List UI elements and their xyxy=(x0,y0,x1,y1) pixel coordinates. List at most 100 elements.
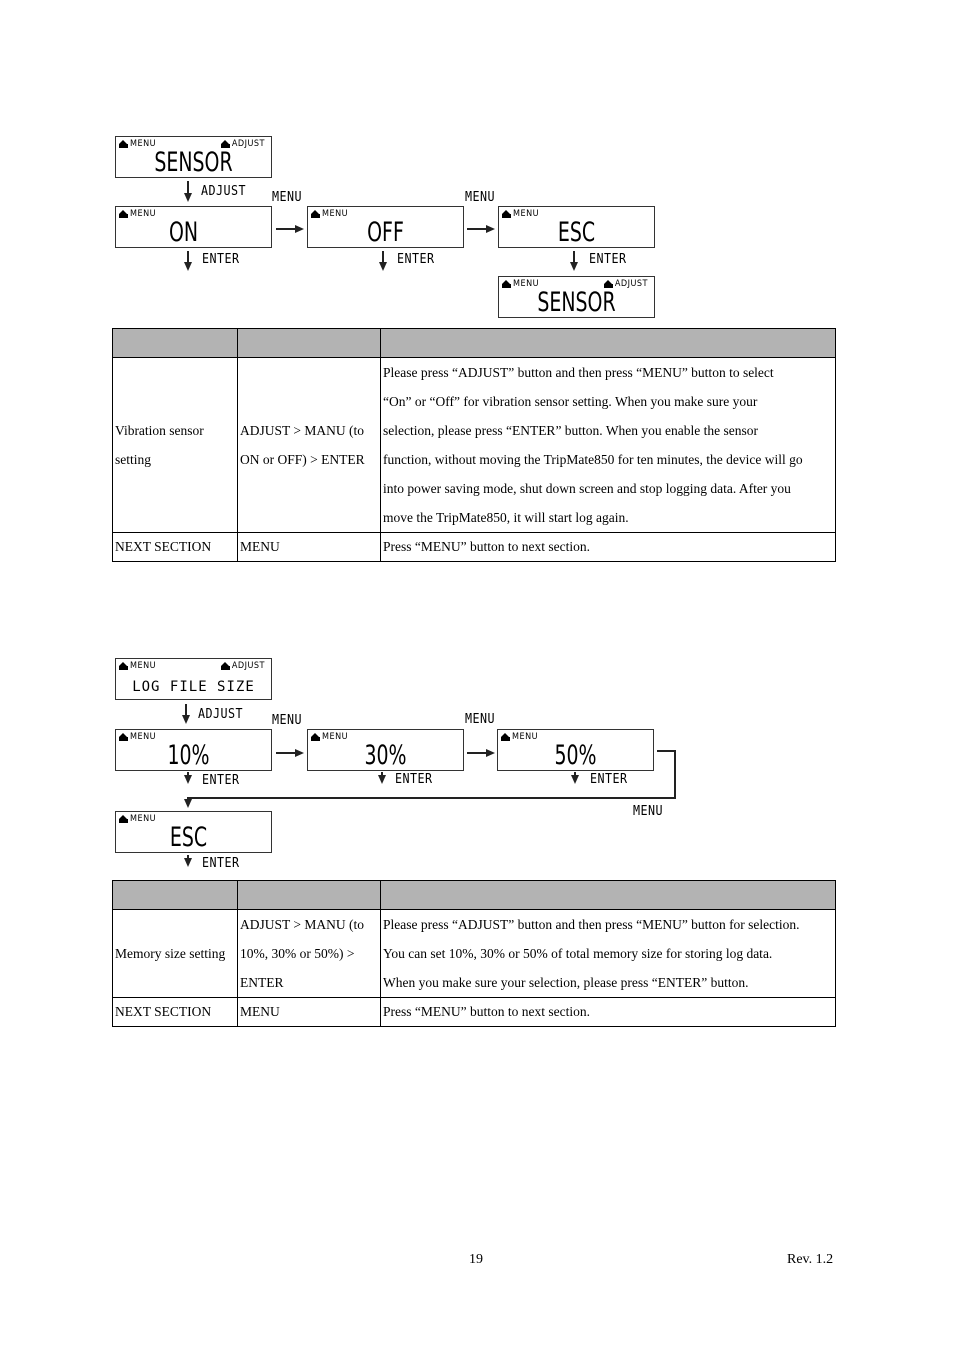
house-icon xyxy=(119,815,128,823)
table-row: NEXT SECTION MENU Press “MENU” button to… xyxy=(112,532,836,562)
lcd-screen-sensor-end: MENU ADJUST SENSOR xyxy=(498,276,655,318)
arrow-down-icon xyxy=(184,193,192,202)
lcd-screen-off: MENU OFF xyxy=(307,206,464,248)
lcd-main-text: 10% xyxy=(167,740,210,771)
adjust-label: ADJUST xyxy=(198,707,243,722)
arrow-down-icon xyxy=(182,715,190,724)
vibration-sensor-table: Vibration sensor setting ADJUST > MANU (t… xyxy=(112,328,836,562)
description-cell: Press “MENU” button to next section. xyxy=(380,532,836,562)
house-icon xyxy=(502,280,511,288)
operation-cell: MENU xyxy=(237,997,381,1027)
loop-line xyxy=(657,750,675,752)
page-number: 19 xyxy=(469,1252,483,1267)
table-header-row xyxy=(112,880,836,910)
lcd-main-text: 30% xyxy=(364,740,407,771)
menu-indicator: MENU xyxy=(311,732,348,742)
enter-label: ENTER xyxy=(395,772,433,787)
arrow-right-line xyxy=(276,228,296,230)
arrow-down-icon xyxy=(184,262,192,271)
menu-indicator: MENU xyxy=(119,139,156,149)
description-cell: Press “MENU” button to next section. xyxy=(380,997,836,1027)
menu-indicator: MENU xyxy=(119,209,156,219)
lcd-screen-30-percent: MENU 30% xyxy=(307,729,464,771)
arrow-right-icon xyxy=(486,225,495,233)
enter-label: ENTER xyxy=(590,772,628,787)
arrow-down-line xyxy=(381,772,383,777)
house-icon xyxy=(119,662,128,670)
table-row: Memory size setting ADJUST > MANU (to 10… xyxy=(112,909,836,998)
menu-label: MENU xyxy=(272,190,302,205)
operation-cell: ADJUST > MANU (to ON or OFF) > ENTER xyxy=(237,357,381,533)
arrow-down-icon xyxy=(184,858,192,867)
house-icon xyxy=(311,210,320,218)
menu-label: MENU xyxy=(465,712,495,727)
table-header-row xyxy=(112,328,836,358)
header-cell xyxy=(112,880,238,910)
arrow-down-icon xyxy=(184,799,192,808)
function-cell: Vibration sensor setting xyxy=(112,357,238,533)
lcd-screen-esc: MENU ESC xyxy=(498,206,655,248)
house-icon xyxy=(501,733,510,741)
menu-indicator: MENU xyxy=(502,209,539,219)
arrow-down-line xyxy=(187,772,189,777)
arrow-right-line xyxy=(467,752,487,754)
menu-indicator: MENU xyxy=(119,814,156,824)
lcd-main-text: SENSOR xyxy=(537,287,616,318)
enter-label: ENTER xyxy=(589,252,627,267)
house-icon xyxy=(119,733,128,741)
arrow-right-line xyxy=(276,752,296,754)
lcd-main-text: OFF xyxy=(367,217,404,248)
menu-indicator: MENU xyxy=(501,732,538,742)
header-cell xyxy=(237,880,381,910)
house-icon xyxy=(502,210,511,218)
menu-label: MENU xyxy=(465,190,495,205)
table-row: Vibration sensor setting ADJUST > MANU (t… xyxy=(112,357,836,533)
adjust-indicator: ADJUST xyxy=(220,661,265,671)
lcd-main-text: LOG FILE SIZE xyxy=(132,679,255,695)
house-icon xyxy=(119,210,128,218)
enter-label: ENTER xyxy=(202,252,240,267)
arrow-right-line xyxy=(467,228,487,230)
menu-indicator: MENU xyxy=(119,732,156,742)
lcd-main-text: ESC xyxy=(557,217,596,248)
table-row: NEXT SECTION MENU Press “MENU” button to… xyxy=(112,997,836,1027)
function-cell: NEXT SECTION xyxy=(112,997,238,1027)
arrow-down-icon xyxy=(379,262,387,271)
arrow-right-icon xyxy=(295,749,304,757)
function-cell: Memory size setting xyxy=(112,909,238,998)
arrow-right-icon xyxy=(295,225,304,233)
lcd-main-text: ON xyxy=(168,217,199,248)
house-icon xyxy=(220,662,230,670)
operation-cell: ADJUST > MANU (to 10%, 30% or 50%) > ENT… xyxy=(237,909,381,998)
lcd-main-text: 50% xyxy=(554,740,597,771)
enter-label: ENTER xyxy=(397,252,435,267)
lcd-screen-sensor-start: MENU ADJUST SENSOR xyxy=(115,136,272,178)
function-cell: NEXT SECTION xyxy=(112,532,238,562)
arrow-down-line xyxy=(574,772,576,777)
header-cell xyxy=(380,328,836,358)
header-cell xyxy=(380,880,836,910)
revision-label: Rev. 1.2 xyxy=(787,1252,834,1267)
header-cell xyxy=(237,328,381,358)
enter-label: ENTER xyxy=(202,856,240,871)
menu-indicator: MENU xyxy=(311,209,348,219)
lcd-screen-on: MENU ON xyxy=(115,206,272,248)
lcd-screen-10-percent: MENU 10% xyxy=(115,729,272,771)
menu-indicator: MENU xyxy=(502,279,539,289)
loop-line xyxy=(187,797,676,799)
menu-label: MENU xyxy=(272,713,302,728)
lcd-screen-50-percent: MENU 50% xyxy=(497,729,654,771)
memory-size-table: Memory size setting ADJUST > MANU (to 10… xyxy=(112,880,836,1027)
menu-indicator: MENU xyxy=(119,661,156,671)
menu-label: MENU xyxy=(633,804,663,819)
adjust-label: ADJUST xyxy=(201,184,246,199)
header-cell xyxy=(112,328,238,358)
enter-label: ENTER xyxy=(202,773,240,788)
lcd-screen-log-file-size: MENU ADJUST LOG FILE SIZE xyxy=(115,658,272,700)
house-icon xyxy=(311,733,320,741)
operation-cell: MENU xyxy=(237,532,381,562)
lcd-main-text: SENSOR xyxy=(154,147,233,178)
loop-line xyxy=(674,750,676,798)
description-cell: Please press “ADJUST” button and then pr… xyxy=(380,909,836,998)
arrow-right-icon xyxy=(486,749,495,757)
